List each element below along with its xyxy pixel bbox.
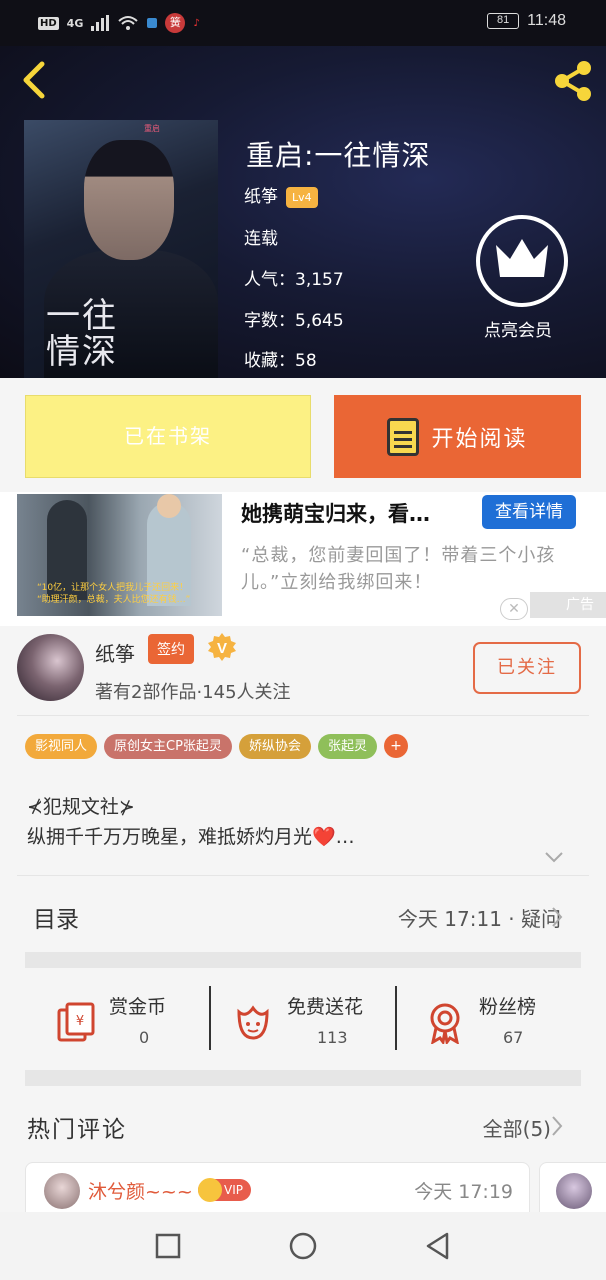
app-notification-icon xyxy=(147,18,158,28)
cover-title: 一往 情深 xyxy=(46,296,118,372)
commenter-avatar[interactable] xyxy=(44,1173,80,1209)
divider xyxy=(17,715,589,716)
crown-icon xyxy=(496,239,548,277)
tag-list: 影视同人 原创女主CP张起灵 娇纵协会 张起灵 + xyxy=(25,734,408,759)
start-reading-label: 开始阅读 xyxy=(431,426,528,452)
popularity-value: 3,157 xyxy=(295,270,344,290)
book-title: 重启:一往情深 xyxy=(246,139,431,172)
follow-button[interactable]: 已关注 xyxy=(473,642,581,694)
tag-item[interactable]: 张起灵 xyxy=(317,734,377,759)
close-icon[interactable]: ✕ xyxy=(500,598,528,620)
free-flower-label: 免费送花 xyxy=(287,996,364,1018)
chevron-right-icon xyxy=(552,907,563,927)
chevron-left-icon[interactable] xyxy=(16,60,56,100)
level-badge: Lv4 xyxy=(286,186,318,208)
ad-description[interactable]: “总裁，您前妻回国了！带着三个小孩儿。”立刻给我绑回来！ xyxy=(241,542,591,596)
reward-coins-label: 赏金币 xyxy=(109,996,167,1018)
chevron-right-icon[interactable] xyxy=(551,1115,563,1137)
svg-text:¥: ¥ xyxy=(76,1014,84,1029)
ad-banner[interactable]: “10亿，让那个女人把我儿子还回来！ “助理汗颜，总裁，夫人比您还有钱…” 她携萌… xyxy=(0,492,606,626)
book-author[interactable]: 纸筝 xyxy=(244,187,278,207)
flower-icon xyxy=(237,1005,269,1040)
divider xyxy=(209,986,211,1050)
section-separator xyxy=(25,1070,581,1086)
start-reading-button[interactable]: 开始阅读 xyxy=(334,395,581,478)
fan-ranking-value: 67 xyxy=(503,1028,524,1047)
author-avatar[interactable] xyxy=(17,634,84,701)
author-stats: 著有2部作品·145人关注 xyxy=(95,682,291,703)
network-label: 4G xyxy=(66,16,84,30)
hd-indicator: HD xyxy=(38,16,59,30)
ad-image[interactable]: “10亿，让那个女人把我儿子还回来！ “助理汗颜，总裁，夫人比您还有钱…” xyxy=(17,494,222,616)
divider xyxy=(395,986,397,1050)
signal-icon xyxy=(91,15,110,31)
ad-label: 广告 xyxy=(530,592,606,618)
medal-icon xyxy=(430,1003,460,1044)
battery-icon: 81 xyxy=(487,13,520,29)
back-icon[interactable] xyxy=(422,1230,454,1262)
red-envelope-icon: ¥ xyxy=(57,1002,95,1042)
all-comments-link[interactable]: 全部(5) xyxy=(483,1113,551,1142)
tag-item[interactable]: 原创女主CP张起灵 xyxy=(104,734,232,759)
hot-comments-title: 热门评论 xyxy=(27,1117,127,1143)
ad-title[interactable]: 她携萌宝归来，看… xyxy=(241,498,430,528)
favorites-row: 收藏：58 xyxy=(244,351,317,371)
intro-line-2: 纵拥千千万万晚星，难抵娇灼月光❤️… xyxy=(27,826,355,848)
clock: 11:48 xyxy=(527,12,566,29)
author-name[interactable]: 纸筝 xyxy=(95,638,135,667)
commenter-name[interactable]: 沐兮颜~~~ xyxy=(88,1177,193,1204)
system-nav-bar xyxy=(0,1212,606,1280)
commenter-avatar[interactable] xyxy=(556,1173,592,1209)
section-separator xyxy=(25,952,581,968)
book-icon xyxy=(387,417,420,456)
word-count-value: 5,645 xyxy=(295,311,344,331)
favorites-value: 58 xyxy=(295,351,317,371)
app-badge-icon: 簧 xyxy=(165,13,186,33)
book-author-row: 纸筝 Lv4 xyxy=(244,182,318,208)
wifi-icon xyxy=(118,16,139,30)
fan-ranking-label: 粉丝榜 xyxy=(479,996,537,1018)
svg-text:V: V xyxy=(217,640,227,657)
ad-details-button[interactable]: 查看详情 xyxy=(482,495,576,529)
vip-label[interactable]: 点亮会员 xyxy=(484,316,552,341)
comment-time: 今天 17:19 xyxy=(414,1181,513,1203)
tag-item[interactable]: 影视同人 xyxy=(25,734,98,759)
intro-line-1: ⊀犯规文社⊁ xyxy=(27,796,135,818)
book-intro[interactable]: ⊀犯规文社⊁ 纵拥千千万万晚星，难抵娇灼月光❤️… xyxy=(27,792,355,852)
share-icon[interactable] xyxy=(550,58,596,104)
cover-corner-text: 重启 xyxy=(144,124,160,133)
signed-badge: 签约 xyxy=(148,634,194,664)
book-status: 连载 xyxy=(244,229,278,249)
in-shelf-button[interactable]: 已在书架 xyxy=(25,395,311,478)
stats-row: ¥ 赏金币 0 免费送花 113 粉丝榜 67 xyxy=(25,968,581,1070)
tiktok-icon: ♪ xyxy=(193,17,200,29)
status-bar: HD 4G 簧 ♪ 81 11:48 xyxy=(0,0,606,46)
vip-crown-button[interactable] xyxy=(476,215,568,307)
directory-title: 目录 xyxy=(33,907,79,933)
chevron-down-icon[interactable] xyxy=(544,850,564,864)
tag-item[interactable]: 娇纵协会 xyxy=(238,734,311,759)
crown-icon xyxy=(198,1178,222,1202)
recent-apps-icon[interactable] xyxy=(152,1230,184,1262)
book-header: 重启 一往 情深 重启:一往情深 纸筝 Lv4 连载 人气：3,157 字数：5,… xyxy=(0,46,606,378)
book-cover[interactable]: 重启 一往 情深 xyxy=(24,120,218,378)
reward-coins-stat[interactable]: ¥ 赏金币 0 xyxy=(53,982,213,1062)
latest-chapter-meta: 今天 17:11 · 疑问 xyxy=(397,907,561,931)
home-icon[interactable] xyxy=(287,1230,319,1262)
word-count-row: 字数：5,645 xyxy=(244,311,344,331)
more-tags-button[interactable]: + xyxy=(383,734,408,758)
vip-badge: VIP xyxy=(198,1178,251,1202)
popularity-row: 人气：3,157 xyxy=(244,270,344,290)
fan-ranking-stat[interactable]: 粉丝榜 67 xyxy=(423,982,583,1062)
reward-coins-value: 0 xyxy=(139,1028,150,1047)
free-flower-value: 113 xyxy=(317,1028,348,1047)
free-flower-stat[interactable]: 免费送花 113 xyxy=(231,982,391,1062)
directory-row[interactable]: 目录 今天 17:11 · 疑问 xyxy=(25,876,581,952)
verified-icon: V xyxy=(208,633,236,661)
